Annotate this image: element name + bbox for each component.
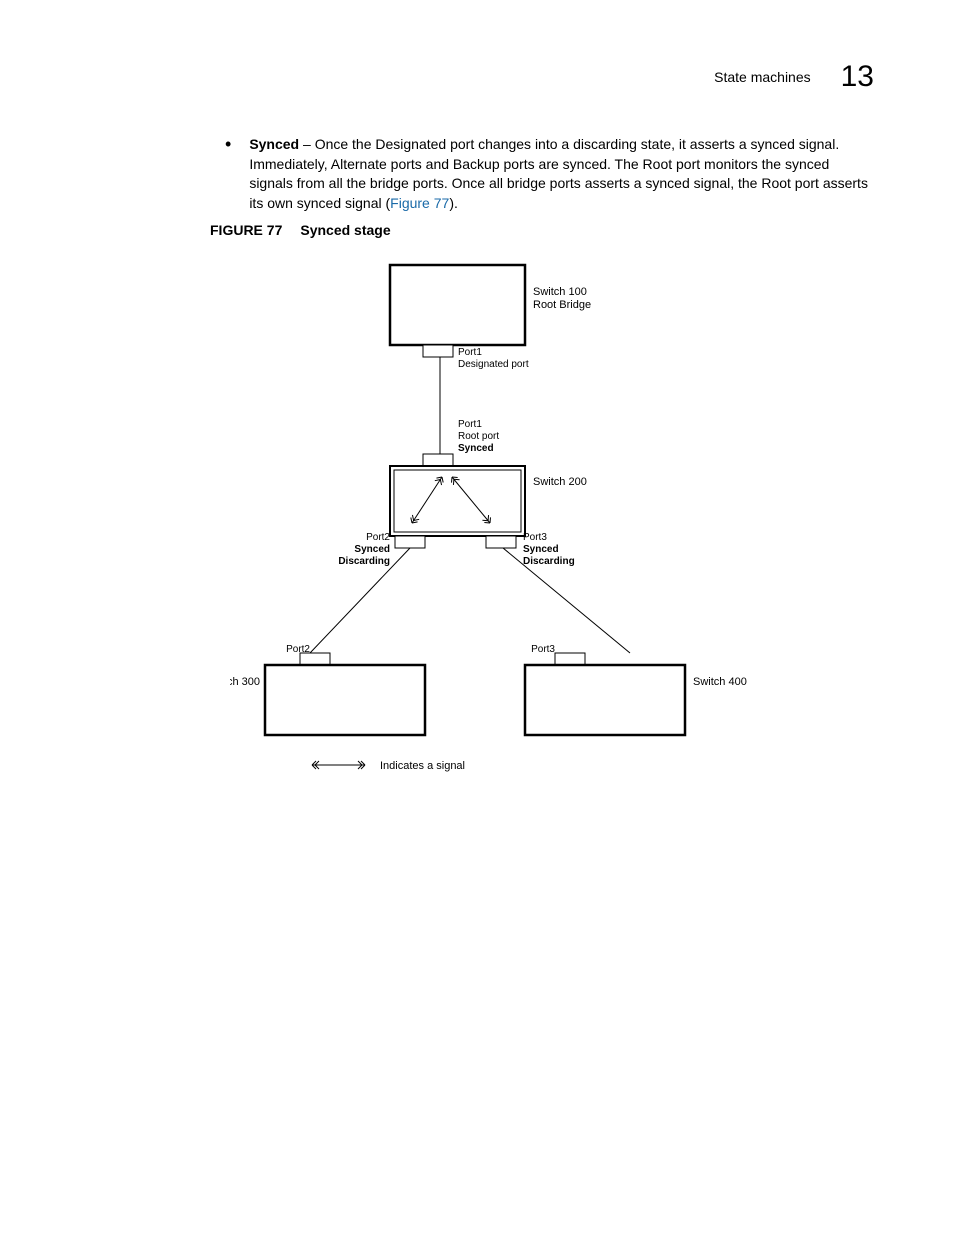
section-title: State machines bbox=[714, 69, 811, 85]
bullet-body-2: ). bbox=[449, 195, 458, 211]
chapter-number: 13 bbox=[841, 60, 874, 94]
switch-300-port2-box bbox=[300, 653, 330, 665]
switch-300-box bbox=[265, 665, 425, 735]
switch-100-port1-box bbox=[423, 345, 453, 357]
switch-100-label-2: Root Bridge bbox=[533, 299, 591, 311]
switch-400-label: Switch 400 bbox=[693, 676, 747, 688]
figure-title: Synced stage bbox=[300, 222, 390, 238]
bullet-marker: • bbox=[225, 135, 231, 213]
figure-diagram: Switch 100 Root Bridge Port1 Designated … bbox=[230, 255, 750, 785]
bullet-body-1: – Once the Designated port changes into … bbox=[249, 136, 868, 211]
bullet-term: Synced bbox=[249, 136, 299, 152]
switch-200-port3-box bbox=[486, 536, 516, 548]
switch-200-port2-mode: Discarding bbox=[338, 556, 390, 567]
switch-400-box bbox=[525, 665, 685, 735]
switch-200-port1-label: Port1 bbox=[458, 419, 482, 430]
body-content: • Synced – Once the Designated port chan… bbox=[225, 135, 869, 213]
switch-300-label: Switch 300 bbox=[230, 676, 260, 688]
bullet-synced: • Synced – Once the Designated port chan… bbox=[225, 135, 869, 213]
legend-signal-indicator bbox=[312, 761, 365, 769]
switch-200-port1-type: Root port bbox=[458, 431, 499, 442]
figure-link[interactable]: Figure 77 bbox=[390, 195, 449, 211]
switch-200-port1-state: Synced bbox=[458, 443, 494, 454]
figure-number: FIGURE 77 bbox=[210, 222, 282, 238]
page-header: State machines 13 bbox=[714, 60, 874, 94]
switch-200-port2-box bbox=[395, 536, 425, 548]
switch-200-port2-state: Synced bbox=[354, 544, 390, 555]
switch-200-port2-label: Port2 bbox=[366, 532, 390, 543]
switch-100-port1-label: Port1 bbox=[458, 347, 482, 358]
switch-400-port3-label: Port3 bbox=[531, 644, 555, 655]
switch-200-port3-state: Synced bbox=[523, 544, 559, 555]
switch-400-port3-box bbox=[555, 653, 585, 665]
switch-200-port1-box bbox=[423, 454, 453, 466]
switch-200-port3-mode: Discarding bbox=[523, 556, 575, 567]
switch-200-box-outer bbox=[390, 466, 525, 536]
bullet-text: Synced – Once the Designated port change… bbox=[249, 135, 869, 213]
switch-200-port3-label: Port3 bbox=[523, 532, 547, 543]
switch-200-label: Switch 200 bbox=[533, 476, 587, 488]
legend-text: Indicates a signal bbox=[380, 760, 465, 772]
figure-caption: FIGURE 77 Synced stage bbox=[210, 222, 391, 238]
switch-100-label-1: Switch 100 bbox=[533, 286, 587, 298]
switch-100-port1-type: Designated port bbox=[458, 359, 529, 370]
switch-100-box bbox=[390, 265, 525, 345]
